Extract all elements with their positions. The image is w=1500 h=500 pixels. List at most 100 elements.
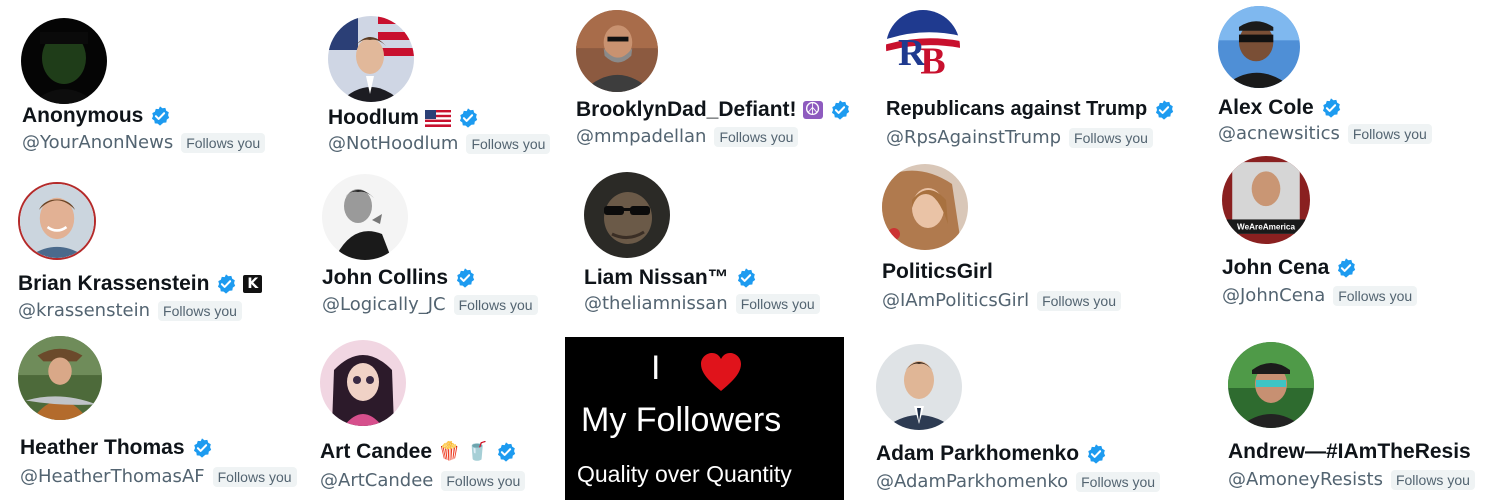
account-name[interactable]: John Cena bbox=[1222, 256, 1329, 280]
follows-you-badge: Follows you bbox=[1390, 469, 1475, 490]
svg-text:B: B bbox=[920, 41, 945, 83]
account-handle[interactable]: @acnewsitics bbox=[1218, 123, 1340, 144]
heart-icon bbox=[701, 353, 741, 391]
account-handle[interactable]: @theliamnissan bbox=[584, 293, 728, 314]
verified-badge-icon bbox=[191, 437, 213, 459]
account-name[interactable]: Art Candee bbox=[320, 440, 432, 464]
account-name[interactable]: Republicans against Trump bbox=[886, 98, 1147, 121]
avatar[interactable] bbox=[576, 10, 658, 92]
avatar-image bbox=[876, 344, 962, 430]
avatar-image bbox=[1218, 6, 1300, 88]
account-name[interactable]: Liam Nissan™ bbox=[584, 266, 729, 290]
promo-line2: My Followers bbox=[581, 401, 782, 439]
account-card-rpsagainsttrump[interactable]: R B Republicans against Trump @RpsAgains… bbox=[880, 0, 1174, 160]
avatar-image bbox=[322, 174, 408, 260]
verified-badge-icon bbox=[1335, 257, 1357, 279]
account-handle[interactable]: @krassenstein bbox=[18, 300, 150, 321]
verified-badge-icon bbox=[1153, 99, 1175, 121]
avatar[interactable] bbox=[876, 344, 962, 430]
verified-badge-icon bbox=[454, 267, 476, 289]
avatar[interactable] bbox=[18, 336, 102, 420]
account-name[interactable]: John Collins bbox=[322, 266, 448, 290]
account-card-brooklyndad[interactable]: BrooklynDad_Defiant! ☮ @mmpadellan Follo… bbox=[570, 0, 860, 160]
follows-you-badge: Follows you bbox=[441, 470, 526, 491]
verified-badge-icon bbox=[457, 107, 479, 129]
account-card-johncena[interactable]: WeAreAmerica John Cena @JohnCena Follows… bbox=[1210, 150, 1500, 310]
verified-badge-icon bbox=[735, 267, 757, 289]
avatar-image: WeAreAmerica bbox=[1222, 156, 1310, 244]
account-handle[interactable]: @mmpadellan bbox=[576, 126, 706, 147]
avatar-image bbox=[328, 16, 414, 102]
avatar[interactable] bbox=[1228, 342, 1314, 428]
avatar[interactable]: WeAreAmerica bbox=[1222, 156, 1310, 244]
follows-you-badge: Follows you bbox=[714, 126, 799, 147]
avatar[interactable] bbox=[328, 16, 414, 102]
avatar[interactable] bbox=[584, 172, 670, 258]
verified-badge-icon bbox=[829, 99, 851, 121]
account-handle[interactable]: @ArtCandee bbox=[320, 470, 433, 491]
verified-badge-icon bbox=[1320, 97, 1342, 119]
avatar-image bbox=[576, 10, 658, 92]
follows-you-badge: Follows you bbox=[1076, 471, 1161, 492]
account-handle[interactable]: @YourAnonNews bbox=[22, 132, 173, 153]
verified-badge-icon bbox=[495, 441, 517, 463]
avatar[interactable] bbox=[21, 18, 107, 104]
account-name[interactable]: BrooklynDad_Defiant! bbox=[576, 98, 797, 122]
avatar-image bbox=[18, 336, 102, 420]
account-name[interactable]: Anonymous bbox=[22, 104, 143, 128]
avatar[interactable] bbox=[320, 340, 406, 426]
avatar-image bbox=[584, 172, 670, 258]
avatar-image bbox=[1228, 342, 1314, 428]
account-handle[interactable]: @AdamParkhomenko bbox=[876, 471, 1068, 492]
account-name[interactable]: Brian Krassenstein bbox=[18, 272, 209, 296]
follows-you-badge: Follows you bbox=[466, 133, 551, 154]
avatar[interactable] bbox=[18, 182, 96, 260]
account-card-adamparkhomenko[interactable]: Adam Parkhomenko @AdamParkhomenko Follow… bbox=[870, 330, 1161, 492]
account-name[interactable]: Andrew—#IAmTheResis bbox=[1228, 440, 1471, 464]
account-card-johncollins[interactable]: John Collins @Logically_JC Follows you bbox=[300, 170, 590, 330]
account-card-heatherthomas[interactable]: Heather Thomas @HeatherThomasAF Follows … bbox=[0, 330, 297, 490]
avatar-image bbox=[21, 18, 107, 104]
account-name[interactable]: PoliticsGirl bbox=[882, 260, 993, 284]
account-card-krassenstein[interactable]: Brian Krassenstein K @krassenstein Follo… bbox=[0, 170, 290, 330]
follows-you-badge: Follows you bbox=[1037, 290, 1121, 311]
account-handle[interactable]: @HeatherThomasAF bbox=[20, 466, 205, 487]
follows-you-badge: Follows you bbox=[158, 300, 242, 321]
account-handle[interactable]: @NotHoodlum bbox=[328, 133, 458, 154]
account-card-alexcole[interactable]: Alex Cole @acnewsitics Follows you bbox=[1210, 0, 1500, 160]
account-handle[interactable]: @JohnCena bbox=[1222, 285, 1325, 306]
avatar[interactable]: R B bbox=[886, 10, 960, 84]
popcorn-drink-icon: 🍿 🥤 bbox=[438, 441, 489, 462]
account-card-anonymous[interactable]: Anonymous @YourAnonNews Follows you bbox=[0, 0, 290, 160]
account-card-amoneyresists[interactable]: Andrew—#IAmTheResis @AmoneyResists Follo… bbox=[1210, 330, 1500, 490]
account-name[interactable]: Adam Parkhomenko bbox=[876, 442, 1079, 466]
account-card-politicsgirl[interactable]: PoliticsGirl @IAmPoliticsGirl Follows yo… bbox=[880, 160, 1170, 320]
avatar[interactable] bbox=[882, 164, 968, 250]
promo-line1: I bbox=[651, 349, 661, 387]
account-name[interactable]: Heather Thomas bbox=[20, 436, 185, 460]
avatar-image bbox=[320, 340, 406, 426]
account-handle[interactable]: @AmoneyResists bbox=[1228, 469, 1383, 490]
account-card-hoodlum[interactable]: Hoodlum @NotHoodlum Follows you bbox=[300, 0, 590, 160]
account-card-liamnissan[interactable]: Liam Nissan™ @theliamnissan Follows you bbox=[580, 170, 870, 330]
follows-you-badge: Follows you bbox=[453, 294, 538, 315]
account-handle[interactable]: @Logically_JC bbox=[322, 294, 446, 315]
follows-you-badge: Follows you bbox=[1069, 127, 1153, 148]
avatar-caption: WeAreAmerica bbox=[1237, 223, 1295, 232]
verified-badge-icon bbox=[215, 273, 237, 295]
account-card-artcandee[interactable]: Art Candee 🍿 🥤 @ArtCandee Follows you bbox=[300, 330, 590, 491]
account-name[interactable]: Hoodlum bbox=[328, 106, 419, 130]
account-handle[interactable]: @IAmPoliticsGirl bbox=[882, 290, 1029, 311]
verified-badge-icon bbox=[149, 105, 171, 127]
avatar[interactable] bbox=[322, 174, 408, 260]
avatar-image bbox=[20, 184, 94, 258]
account-handle[interactable]: @RpsAgainstTrump bbox=[886, 127, 1061, 148]
verified-badge-icon bbox=[1085, 443, 1107, 465]
avatar-image: R B bbox=[886, 10, 960, 84]
follows-you-badge: Follows you bbox=[181, 132, 266, 153]
promo-panel: I My Followers Quality over Quantity bbox=[565, 337, 844, 500]
k-logo-icon: K bbox=[243, 275, 263, 293]
account-name[interactable]: Alex Cole bbox=[1218, 96, 1314, 120]
promo-line3: Quality over Quantity bbox=[577, 461, 792, 487]
avatar[interactable] bbox=[1218, 6, 1300, 88]
